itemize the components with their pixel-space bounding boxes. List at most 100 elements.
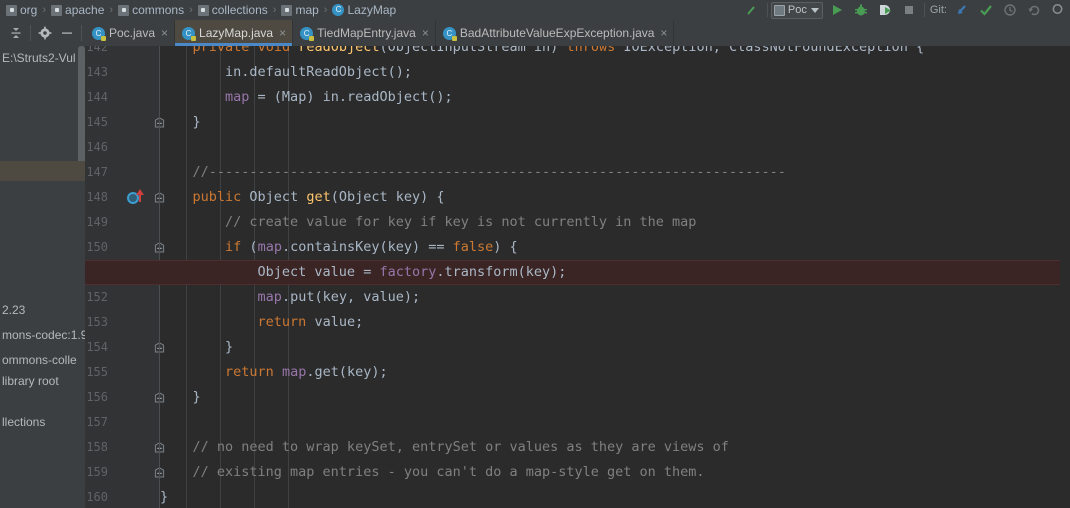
close-icon[interactable]: × xyxy=(161,27,168,39)
code-token: .put(key, value); xyxy=(281,289,421,305)
line-number: 146 xyxy=(86,140,108,154)
breadcrumb-item-lazymap[interactable]: C LazyMap xyxy=(330,0,398,20)
close-icon[interactable]: × xyxy=(660,27,667,39)
code-token: value; xyxy=(306,314,364,330)
code-line[interactable]: return value; xyxy=(160,310,1070,335)
code-token: throws xyxy=(566,46,616,55)
code-token: map xyxy=(257,239,282,255)
java-class-icon: C xyxy=(182,26,197,41)
code-token: } xyxy=(160,114,201,130)
git-label: Git: xyxy=(929,4,947,16)
editor-tab-poc-java[interactable]: C Poc.java × xyxy=(85,20,176,46)
code-editor[interactable]: 1421431441451461471481491501511521531541… xyxy=(85,46,1070,508)
code-line[interactable]: //--------------------------------------… xyxy=(160,160,1070,185)
editor-tab-badattributevalueexpexception-java[interactable]: C BadAttributeValueExpException.java × xyxy=(435,20,675,46)
code-token: .containsKey(key) == xyxy=(281,239,453,255)
breadcrumb-item-org[interactable]: org xyxy=(4,0,39,20)
close-icon[interactable]: × xyxy=(279,27,286,39)
run-config-label: Poc xyxy=(787,4,807,16)
project-tree-panel[interactable]: E:\Struts2-Vul 2.23 mons-codec:1.9 ommons-c… xyxy=(0,46,85,508)
code-token: map xyxy=(225,89,250,105)
code-line[interactable]: in.defaultReadObject(); xyxy=(160,60,1070,85)
breadcrumb-item-label: commons xyxy=(132,3,185,17)
gear-icon[interactable] xyxy=(34,20,56,46)
code-line[interactable]: public Object get(Object key) { xyxy=(160,185,1070,210)
code-token: in.defaultReadObject(); xyxy=(160,64,412,80)
breadcrumb-item-collections[interactable]: collections xyxy=(196,0,270,20)
navigate-back-button[interactable] xyxy=(740,0,764,20)
search-icon[interactable] xyxy=(1046,0,1070,20)
breadcrumb-separator: › xyxy=(109,4,114,16)
stop-button[interactable] xyxy=(897,0,921,20)
project-tree-selected-row[interactable] xyxy=(0,161,85,181)
project-tree-item[interactable]: library root xyxy=(0,371,85,391)
code-line[interactable]: map = (Map) in.readObject(); xyxy=(160,85,1070,110)
code-token: void xyxy=(257,46,291,55)
run-config-icon xyxy=(773,4,785,16)
code-line[interactable]: if (map.containsKey(key) == false) { xyxy=(160,235,1070,260)
code-line[interactable]: } xyxy=(160,110,1070,135)
project-tree-item[interactable]: mons-codec:1.9 xyxy=(0,325,85,345)
breadcrumb-item-apache[interactable]: apache xyxy=(49,0,106,20)
debug-button[interactable] xyxy=(849,0,873,20)
code-line[interactable]: } xyxy=(160,485,1070,508)
package-icon xyxy=(118,4,130,16)
code-line[interactable]: map.put(key, value); xyxy=(160,285,1070,310)
editor-scrollbar[interactable] xyxy=(1060,46,1070,508)
breadcrumb-item-commons[interactable]: commons xyxy=(116,0,186,20)
close-icon[interactable]: × xyxy=(422,27,429,39)
collapse-all-icon[interactable] xyxy=(5,20,27,46)
code-token: return xyxy=(257,314,307,330)
line-number: 149 xyxy=(86,215,108,229)
java-class-icon: C xyxy=(92,26,106,41)
git-history-button[interactable] xyxy=(998,0,1022,20)
code-line[interactable] xyxy=(160,410,1070,435)
package-icon xyxy=(281,4,293,16)
project-tree-item[interactable]: E:\Struts2-Vul xyxy=(0,48,85,68)
project-tree-item-label: llections xyxy=(2,415,46,429)
code-content[interactable]: private void readObject(ObjectInputStrea… xyxy=(85,46,1070,508)
package-icon xyxy=(51,4,63,16)
chevron-down-icon xyxy=(810,7,819,13)
code-line[interactable]: } xyxy=(160,385,1070,410)
code-line[interactable]: } xyxy=(160,335,1070,360)
editor-tab-tiedmapentry-java[interactable]: C TiedMapEntry.java × xyxy=(293,20,436,46)
main-toolbar-right: Poc Git: xyxy=(740,0,1070,20)
git-revert-button[interactable] xyxy=(1022,0,1046,20)
code-line[interactable]: return map.get(key); xyxy=(160,360,1070,385)
line-number: 154 xyxy=(86,340,108,354)
hide-icon[interactable] xyxy=(56,20,78,46)
run-configuration-selector[interactable]: Poc xyxy=(770,1,823,19)
project-tree-item[interactable]: llections xyxy=(0,412,85,432)
project-tree-item[interactable]: 2.23 xyxy=(0,300,85,320)
project-tree-item-label: mons-codec:1.9 xyxy=(2,328,85,342)
code-token: public xyxy=(192,189,242,205)
code-line[interactable]: // existing map entries - you can't do a… xyxy=(160,460,1070,485)
code-line[interactable] xyxy=(160,135,1070,160)
code-token: (ObjectInputStream in) xyxy=(379,46,567,55)
line-number: 160 xyxy=(86,490,108,504)
code-token: Object xyxy=(241,189,307,205)
breadcrumb-item-map[interactable]: map xyxy=(279,0,320,20)
class-icon: C xyxy=(332,4,345,16)
code-line[interactable]: Object value = factory.transform(key); xyxy=(160,260,1070,285)
breadcrumb-item-label: map xyxy=(295,3,319,17)
project-tree-item[interactable]: ommons-colle xyxy=(0,350,85,370)
code-line[interactable]: private void readObject(ObjectInputStrea… xyxy=(160,46,1070,60)
toolbar-divider xyxy=(766,3,768,17)
breadcrumb-item-label: apache xyxy=(65,3,105,17)
code-line[interactable]: // create value for key if key is not cu… xyxy=(160,210,1070,235)
git-commit-button[interactable] xyxy=(974,0,998,20)
run-button[interactable] xyxy=(825,0,849,20)
git-update-button[interactable] xyxy=(950,0,974,20)
run-with-coverage-button[interactable] xyxy=(873,0,897,20)
code-line[interactable]: // no need to wrap keySet, entrySet or v… xyxy=(160,435,1070,460)
breadcrumb-bar: org › apache › commons › collections › map › C Lazy… xyxy=(0,0,1070,20)
line-number: 153 xyxy=(86,315,108,329)
code-token: if xyxy=(225,239,242,255)
editor-tab-lazymap-java[interactable]: C LazyMap.java × xyxy=(175,20,294,46)
